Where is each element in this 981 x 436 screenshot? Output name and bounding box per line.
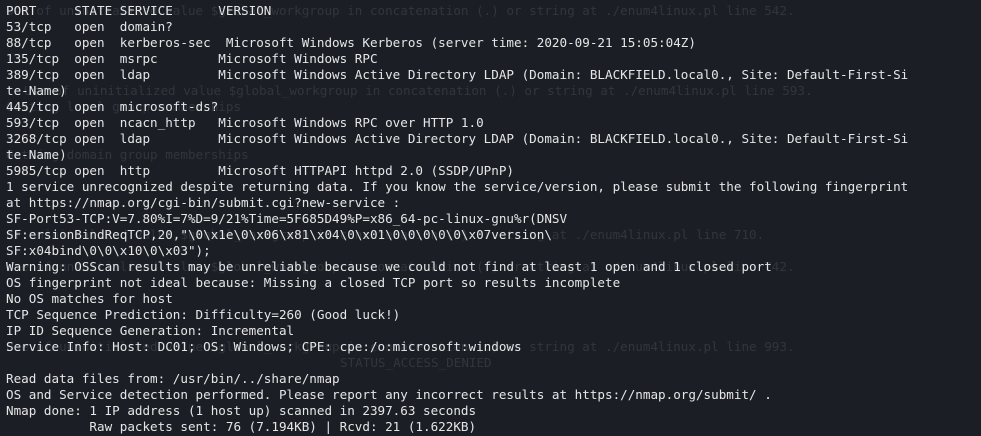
port-row: 53/tcp open domain? — [6, 19, 173, 34]
output-line: No OS matches for host — [6, 291, 173, 306]
output-line: 1 service unrecognized despite returning… — [6, 179, 909, 194]
output-line: Warning: OSScan results may be unreliabl… — [6, 259, 772, 274]
terminal-output: PORT STATE SERVICE VERSION 53/tcp open d… — [6, 3, 981, 435]
port-row: 593/tcp open ncacn_http Microsoft Window… — [6, 115, 484, 130]
output-line: Nmap done: 1 IP address (1 host up) scan… — [6, 403, 477, 418]
port-row: 389/tcp open ldap Microsoft Windows Acti… — [6, 67, 909, 82]
fingerprint-line: SF-Port53-TCP:V=7.80%I=7%D=9/21%Time=5F6… — [6, 211, 568, 226]
port-row-wrap: te-Name) — [6, 147, 67, 162]
port-row: 88/tcp open kerberos-sec Microsoft Windo… — [6, 35, 696, 50]
output-line: Raw packets sent: 76 (7.194KB) | Rcvd: 2… — [6, 419, 477, 434]
port-row: 3268/tcp open ldap Microsoft Windows Act… — [6, 131, 909, 146]
output-line: Service Info: Host: DC01; OS: Windows; C… — [6, 339, 522, 354]
output-line: OS fingerprint not ideal because: Missin… — [6, 275, 621, 290]
port-row: 5985/tcp open http Microsoft HTTPAPI htt… — [6, 163, 514, 178]
fingerprint-line: SF:ersionBindReqTCP,20,"\0\x1e\0\x06\x81… — [6, 227, 552, 242]
terminal-window[interactable]: Use of uninitialized value $global_workg… — [0, 0, 981, 436]
output-line: IP ID Sequence Generation: Incremental — [6, 323, 295, 338]
port-row: 445/tcp open microsoft-ds? — [6, 99, 219, 114]
output-line: OS and Service detection performed. Plea… — [6, 387, 772, 402]
fingerprint-line: SF:x04bind\0\0\x10\0\x03"); — [6, 243, 211, 258]
output-line: TCP Sequence Prediction: Difficulty=260 … — [6, 307, 401, 322]
table-header: PORT STATE SERVICE VERSION — [6, 3, 272, 18]
port-row-wrap: te-Name) — [6, 83, 67, 98]
output-line: Read data files from: /usr/bin/../share/… — [6, 371, 340, 386]
output-line: at https://nmap.org/cgi-bin/submit.cgi?n… — [6, 195, 401, 210]
port-row: 135/tcp open msrpc Microsoft Windows RPC — [6, 51, 378, 66]
